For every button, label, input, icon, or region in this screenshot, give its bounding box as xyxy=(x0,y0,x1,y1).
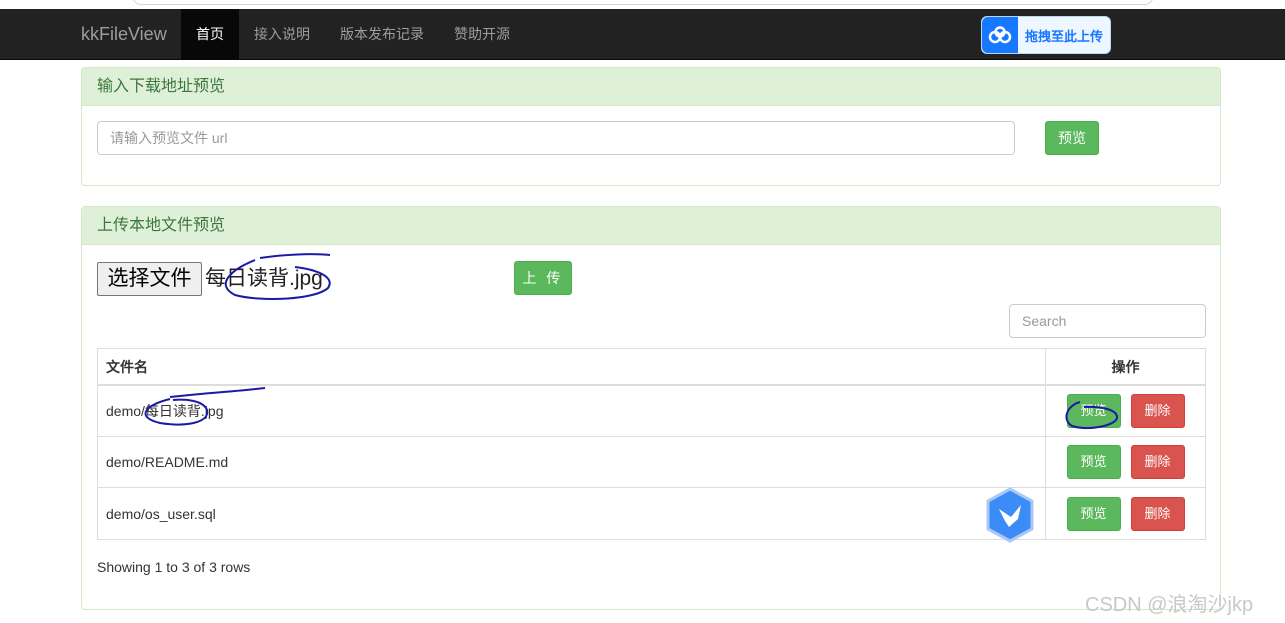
file-table: 文件名 操作 demo/每日读背.jpg 预览 删除 demo/README.m… xyxy=(97,348,1206,540)
cloud-icon xyxy=(982,17,1018,53)
nav-item-home[interactable]: 首页 xyxy=(181,9,239,59)
pagination-info: Showing 1 to 3 of 3 rows xyxy=(97,559,251,575)
actions-cell: 预览 删除 xyxy=(1046,488,1205,539)
actions-cell: 预览 删除 xyxy=(1046,386,1205,436)
file-name-cell: demo/README.md xyxy=(98,437,1046,487)
row-preview-button[interactable]: 预览 xyxy=(1066,496,1121,531)
nav-item-sponsor[interactable]: 赞助开源 xyxy=(439,9,525,59)
url-panel-title: 输入下载地址预览 xyxy=(82,68,1220,106)
row-delete-button[interactable]: 删除 xyxy=(1130,445,1185,479)
drag-upload-widget[interactable]: 拖拽至此上传 xyxy=(981,16,1111,54)
header-file-name[interactable]: 文件名 xyxy=(98,349,1046,384)
upload-panel-title: 上传本地文件预览 xyxy=(82,207,1220,245)
search-input[interactable] xyxy=(1009,304,1206,338)
drag-upload-label: 拖拽至此上传 xyxy=(1025,28,1104,44)
url-input[interactable] xyxy=(97,121,1015,155)
nav-item-integration-guide[interactable]: 接入说明 xyxy=(239,9,325,59)
table-row: demo/每日读背.jpg 预览 删除 xyxy=(98,386,1205,437)
url-preview-button[interactable]: 预览 xyxy=(1045,121,1099,155)
row-delete-button[interactable]: 删除 xyxy=(1130,496,1185,531)
file-name-cell: demo/os_user.sql xyxy=(98,488,1046,539)
table-row: demo/README.md 预览 删除 xyxy=(98,437,1205,488)
row-preview-button[interactable]: 预览 xyxy=(1066,394,1121,428)
table-row: demo/os_user.sql 预览 删除 xyxy=(98,488,1205,539)
bird-app-icon[interactable] xyxy=(985,487,1035,543)
row-preview-button[interactable]: 预览 xyxy=(1066,445,1121,479)
upload-panel: 上传本地文件预览 选择文件 每日读背.jpg 上 传 文件名 操作 demo/每… xyxy=(81,206,1221,610)
csdn-watermark: CSDN @浪淘沙jkp xyxy=(1085,594,1254,616)
address-bar-edge xyxy=(132,0,1154,5)
actions-cell: 预览 删除 xyxy=(1046,437,1205,487)
chosen-file-name: 每日读背.jpg xyxy=(205,267,323,290)
browser-top-strip xyxy=(0,0,1285,9)
choose-file-button[interactable]: 选择文件 xyxy=(97,262,202,296)
upload-button[interactable]: 上 传 xyxy=(514,261,572,295)
header-actions[interactable]: 操作 xyxy=(1046,349,1205,384)
table-header-row: 文件名 操作 xyxy=(98,349,1205,386)
brand-logo[interactable]: kkFileView xyxy=(81,9,167,59)
url-preview-panel: 输入下载地址预览 预览 xyxy=(81,67,1221,186)
file-name-cell: demo/每日读背.jpg xyxy=(98,386,1046,436)
row-delete-button[interactable]: 删除 xyxy=(1130,394,1185,428)
nav-item-release-notes[interactable]: 版本发布记录 xyxy=(325,9,439,59)
